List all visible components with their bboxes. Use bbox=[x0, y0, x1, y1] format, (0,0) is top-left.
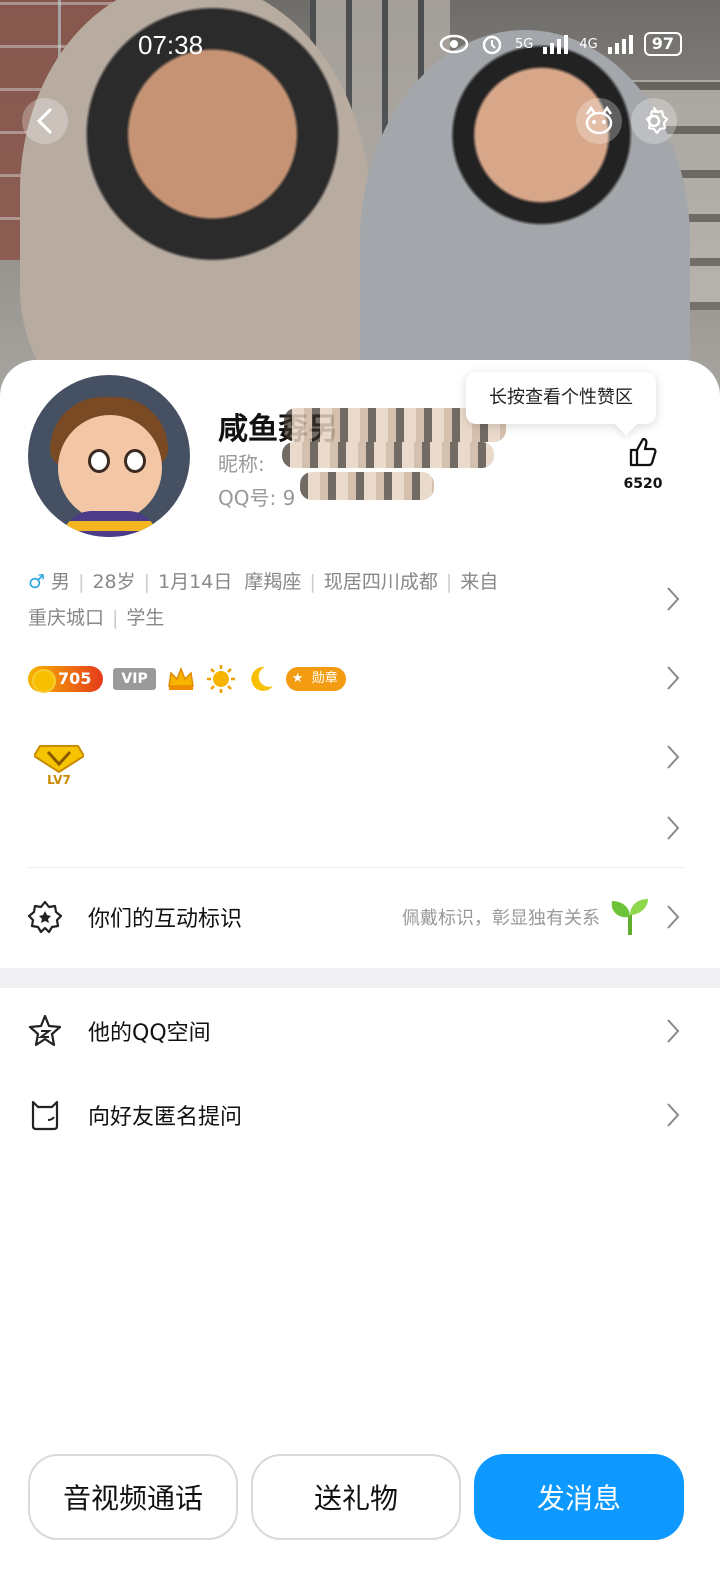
interaction-row[interactable]: 你们的互动标识 佩戴标识，彰显独有关系 bbox=[0, 882, 720, 952]
thumbs-up-icon bbox=[629, 437, 657, 467]
chevron-right-icon bbox=[666, 1102, 680, 1128]
pet-button[interactable] bbox=[576, 98, 622, 144]
anon-question-row[interactable]: 向好友匿名提问 bbox=[0, 1080, 720, 1150]
eye-icon bbox=[439, 34, 469, 54]
signal-icon-2 bbox=[607, 35, 633, 54]
chevron-right-icon bbox=[666, 815, 680, 841]
like-tooltip: 长按查看个性赞区 bbox=[466, 372, 656, 424]
avatar[interactable] bbox=[28, 375, 190, 537]
blurred-qq-mask bbox=[300, 472, 434, 500]
battery-indicator: 97 bbox=[643, 32, 682, 56]
interaction-hint: 佩戴标识，彰显独有关系 bbox=[402, 908, 600, 929]
pet-icon bbox=[585, 106, 613, 135]
crown-icon bbox=[167, 666, 194, 690]
medal-badge: 勋章 bbox=[285, 667, 346, 691]
chevron-right-icon bbox=[666, 665, 680, 691]
vip-badge: VIP bbox=[113, 668, 156, 690]
male-icon: ♂ bbox=[28, 571, 46, 593]
like-button[interactable]: 6520 bbox=[620, 436, 666, 492]
status-bar: 07:38 5G 4G 97 bbox=[0, 0, 720, 90]
anon-question-label: 向好友匿名提问 bbox=[88, 1105, 243, 1130]
interaction-label: 你们的互动标识 bbox=[88, 907, 243, 932]
badge-icon bbox=[28, 900, 62, 934]
back-icon bbox=[36, 107, 53, 135]
chevron-right-icon bbox=[666, 1018, 680, 1044]
network-5g: 5G bbox=[515, 36, 534, 52]
empty-row[interactable] bbox=[0, 800, 720, 856]
network-4g: 4G bbox=[579, 36, 598, 52]
send-message-button[interactable]: 发消息 bbox=[474, 1454, 684, 1540]
star-icon bbox=[28, 1014, 62, 1047]
nickname-label: 昵称: bbox=[218, 452, 265, 476]
lv7-diamond-icon[interactable]: LV7 bbox=[34, 742, 84, 786]
send-gift-button[interactable]: 送礼物 bbox=[251, 1454, 461, 1540]
signal-icon bbox=[543, 35, 569, 54]
sprout-icon bbox=[611, 899, 648, 935]
qzone-label: 他的QQ空间 bbox=[88, 1021, 211, 1046]
divider bbox=[28, 867, 684, 868]
cat-icon bbox=[31, 1100, 59, 1131]
chevron-right-icon bbox=[666, 904, 680, 930]
qzone-row[interactable]: 他的QQ空间 bbox=[0, 996, 720, 1066]
gear-icon bbox=[645, 106, 669, 135]
sun-icon bbox=[206, 665, 235, 693]
settings-button[interactable] bbox=[631, 98, 677, 144]
badge-row[interactable]: 705 VIP 勋章 bbox=[28, 664, 346, 694]
back-button[interactable] bbox=[22, 98, 68, 144]
blurred-nickname-mask bbox=[282, 442, 494, 468]
status-time: 07:38 bbox=[138, 30, 204, 60]
level-badge: 705 bbox=[28, 666, 104, 693]
profile-info[interactable]: ♂ 男 | 28岁 | 1月14日 摩羯座 | 现居四川成都 | 来自 重庆城口 | 学生 bbox=[28, 564, 628, 636]
chevron-right-icon bbox=[666, 586, 680, 612]
moon-icon bbox=[251, 666, 273, 691]
alarm-icon bbox=[482, 35, 502, 55]
svg-text:LV7: LV7 bbox=[47, 773, 71, 786]
section-gap bbox=[0, 968, 720, 988]
like-count: 6520 bbox=[623, 476, 663, 492]
status-icons: 5G 4G 97 bbox=[439, 32, 682, 56]
chevron-right-icon bbox=[666, 744, 680, 770]
video-call-button[interactable]: 音视频通话 bbox=[28, 1454, 238, 1540]
qq-number: QQ号: 9 bbox=[218, 486, 296, 510]
